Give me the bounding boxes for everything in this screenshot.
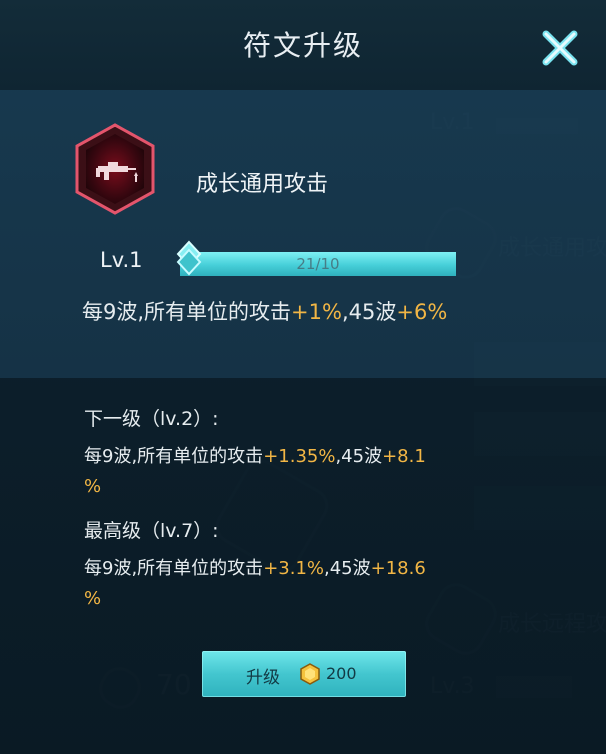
next-level-value2-suffix: % xyxy=(84,476,102,497)
max-level-value2: +18.6 xyxy=(370,558,426,579)
dialog-header: 符文升级 xyxy=(0,0,606,90)
next-level-mid: ,45波 xyxy=(335,446,383,467)
next-level-effect: 每9波,所有单位的攻击+1.35%,45波+8.1 xyxy=(84,442,426,468)
upgrade-button[interactable]: 升级 200 xyxy=(202,651,406,697)
max-level-prefix: 每9波,所有单位的攻击 xyxy=(84,558,264,579)
upgrade-cost: 200 xyxy=(326,664,357,683)
next-level-heading: 下一级（lv.2）: xyxy=(84,408,219,430)
rune-level: Lv.1 xyxy=(100,248,143,272)
max-level-value1: +3.1% xyxy=(263,558,324,579)
game-screen: Lv.1 成长通用攻 成长远程攻 70 Lv.3 符文升级 xyxy=(0,0,606,754)
next-level-value2: +8.1 xyxy=(382,446,426,467)
max-level-effect: 每9波,所有单位的攻击+3.1%,45波+18.6 xyxy=(84,554,426,580)
max-level-heading: 最高级（lv.7）: xyxy=(84,520,219,542)
max-level-value2-suffix: % xyxy=(84,588,102,609)
current-effect: 每9波,所有单位的攻击+1%,45波+6% xyxy=(82,296,447,326)
max-level-mid: ,45波 xyxy=(324,558,371,579)
current-effect-value2: +6% xyxy=(396,300,448,324)
level-diamond-icon xyxy=(176,240,202,276)
rune-upgrade-dialog: 符文升级 成长通用攻击 Lv.1 21/10 每9波,所有单位的攻击+1%,45… xyxy=(0,0,606,754)
current-effect-prefix: 每9波,所有单位的攻击 xyxy=(82,300,292,324)
current-effect-value1: +1% xyxy=(291,300,342,324)
current-effect-mid: ,45波 xyxy=(341,300,397,324)
rifle-rune-icon xyxy=(74,122,156,216)
next-level-prefix: 每9波,所有单位的攻击 xyxy=(84,446,264,467)
gold-coin-icon xyxy=(300,663,320,685)
dialog-title: 符文升级 xyxy=(242,29,363,62)
rune-name: 成长通用攻击 xyxy=(196,172,329,197)
next-level-value1: +1.35% xyxy=(263,446,336,467)
close-x-icon[interactable] xyxy=(538,26,582,70)
rune-progress-bar: 21/10 xyxy=(180,252,456,276)
upgrade-button-label: 升级 xyxy=(246,668,280,688)
rune-progress-text: 21/10 xyxy=(296,255,340,273)
